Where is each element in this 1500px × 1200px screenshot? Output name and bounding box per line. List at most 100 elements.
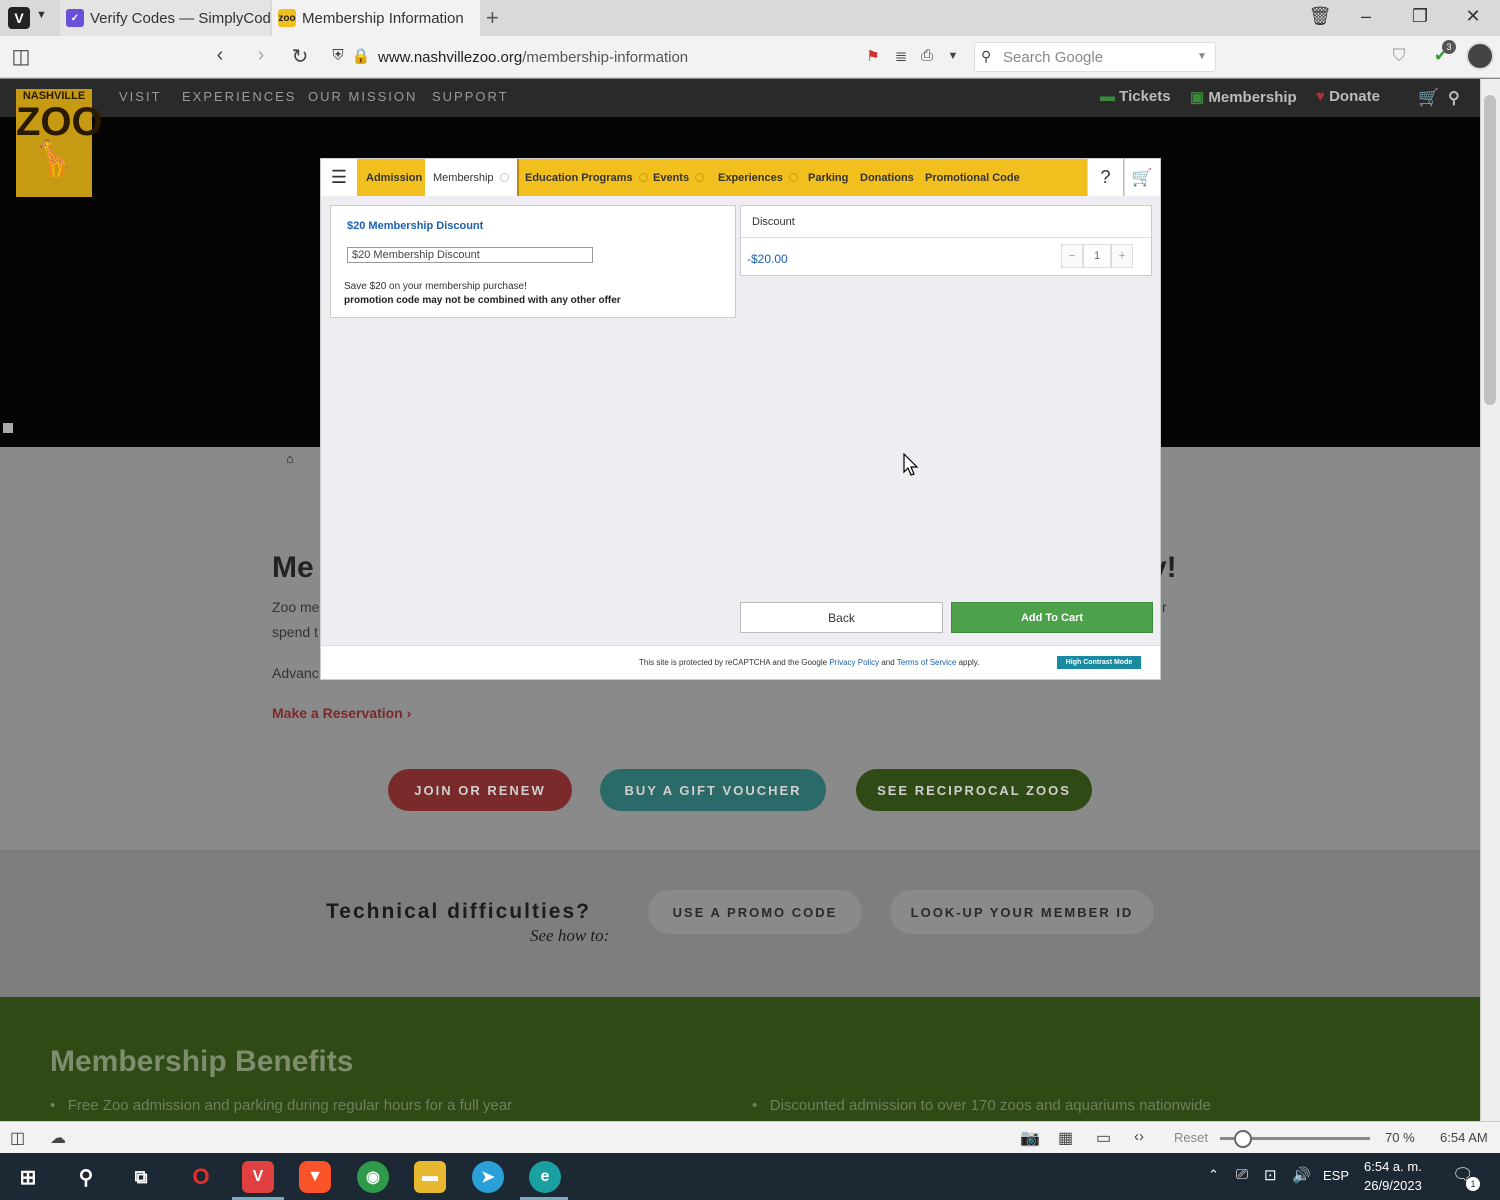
browser-tab-bar: V ▼ ✓ Verify Codes — SimplyCodes zoo Mem… <box>0 0 1500 36</box>
brave-icon[interactable]: ▼ <box>299 1161 331 1193</box>
windows-start-icon[interactable]: ⊞ <box>12 1161 44 1193</box>
zoom-reset[interactable]: Reset <box>1174 1130 1208 1145</box>
tab-donations[interactable]: Donations <box>860 159 914 196</box>
tab-membership-information[interactable]: zoo Membership Information <box>272 0 480 36</box>
zoom-slider-handle[interactable] <box>1233 1130 1252 1148</box>
benefits-heading: Membership Benefits <box>50 1045 354 1078</box>
browser-status-bar: ◫ ☁ 📷 ▦ ▭ ‹› Reset 70 % 6:54 AM <box>0 1121 1500 1153</box>
hamburger-menu-icon[interactable]: ☰ <box>321 159 357 196</box>
tab-verify-codes[interactable]: ✓ Verify Codes — SimplyCodes <box>60 0 270 36</box>
close-button[interactable]: ✕ <box>1461 6 1485 27</box>
profile-avatar[interactable] <box>1466 42 1494 70</box>
meet-now-icon[interactable]: ⎚ <box>1236 1166 1248 1183</box>
task-view-icon[interactable]: ⧉ <box>125 1161 157 1193</box>
donate-link[interactable]: ♥ Donate <box>1316 88 1380 105</box>
zoom-level: 70 % <box>1385 1130 1415 1145</box>
status-clock: 6:54 AM <box>1440 1130 1488 1145</box>
join-or-renew-button[interactable]: JOIN OR RENEW <box>388 769 572 811</box>
page-heading-left: Me <box>272 551 314 584</box>
panel-toggle-icon[interactable]: ◫ <box>8 44 34 69</box>
edge-icon[interactable]: e <box>529 1161 561 1193</box>
tab-education-programs[interactable]: Education Programs <box>525 159 648 196</box>
vivaldi-menu-icon[interactable]: V <box>8 7 30 29</box>
cart-icon[interactable]: 🛒 <box>1418 88 1439 108</box>
new-tab-button[interactable]: + <box>486 5 499 31</box>
use-promo-code-button[interactable]: USE A PROMO CODE <box>648 890 862 934</box>
restore-button[interactable]: ❐ <box>1408 6 1432 27</box>
add-to-cart-button[interactable]: Add To Cart <box>951 602 1153 633</box>
reader-view-icon[interactable]: ≣ <box>888 47 914 65</box>
nav-our-mission[interactable]: OUR MISSION <box>308 89 417 104</box>
help-icon[interactable]: ? <box>1087 159 1123 196</box>
extension-icon[interactable]: ⚑ <box>860 47 886 65</box>
look-up-member-id-button[interactable]: LOOK-UP YOUR MEMBER ID <box>890 890 1154 934</box>
zoo-logo[interactable]: NASHVILLE ZOO 🦒 <box>16 89 103 197</box>
buy-gift-voucher-button[interactable]: BUY A GIFT VOUCHER <box>600 769 826 811</box>
terms-of-service-link[interactable]: Terms of Service <box>897 658 957 667</box>
membership-link[interactable]: ▣ Membership <box>1190 88 1297 106</box>
tab-label: Experiences <box>718 171 783 184</box>
decrement-button[interactable]: − <box>1061 244 1083 268</box>
make-reservation-link[interactable]: Make a Reservation › <box>272 705 411 721</box>
tab-events[interactable]: Events <box>653 159 705 196</box>
chrome-icon[interactable]: ◉ <box>357 1161 389 1193</box>
high-contrast-mode-button[interactable]: High Contrast Mode <box>1057 656 1141 669</box>
image-toggle-icon[interactable]: ▦ <box>1058 1128 1073 1148</box>
apply-text: apply. <box>958 658 980 667</box>
increment-button[interactable]: + <box>1111 244 1133 268</box>
nav-support[interactable]: SUPPORT <box>432 89 509 104</box>
donate-label: Donate <box>1329 88 1380 105</box>
trash-icon[interactable]: 🗑 <box>1308 6 1332 27</box>
opera-icon[interactable]: O <box>185 1161 217 1193</box>
item-description: Save $20 on your membership purchase! <box>344 281 527 292</box>
volume-icon[interactable]: 🔊 <box>1292 1166 1311 1184</box>
file-explorer-icon[interactable]: ▬ <box>414 1161 446 1193</box>
tab-parking[interactable]: Parking <box>808 159 848 196</box>
search-icon[interactable]: ⚲ <box>70 1161 102 1193</box>
chevron-up-icon[interactable]: ⌃ <box>1208 1167 1219 1183</box>
taskbar-clock[interactable]: 6:54 a. m. 26/9/2023 <box>1364 1157 1422 1195</box>
item-image-placeholder: $20 Membership Discount <box>347 247 593 263</box>
page-tiling-icon[interactable]: ▭ <box>1096 1128 1111 1148</box>
back-icon[interactable]: ‹ <box>207 44 233 67</box>
language-indicator[interactable]: ESP <box>1323 1168 1349 1183</box>
see-reciprocal-zoos-button[interactable]: SEE RECIPROCAL ZOOS <box>856 769 1092 811</box>
back-button[interactable]: Back <box>740 602 943 633</box>
chevron-down-icon[interactable]: ▼ <box>940 50 966 62</box>
tab-admission[interactable]: Admission <box>366 159 422 196</box>
nav-experiences[interactable]: EXPERIENCES <box>182 89 296 104</box>
tab-membership[interactable]: Membership <box>425 159 519 196</box>
tab-promotional-code[interactable]: Promotional Code <box>925 159 1020 196</box>
forward-icon[interactable]: › <box>248 44 274 67</box>
home-icon[interactable]: ⌂ <box>286 451 294 466</box>
tab-experiences[interactable]: Experiences <box>718 159 798 196</box>
chevron-down-icon[interactable]: ▼ <box>1197 51 1207 62</box>
site-nav: VISIT EXPERIENCES OUR MISSION SUPPORT ▬ … <box>0 79 1480 117</box>
extension-badge: 3 <box>1442 40 1456 54</box>
reload-icon[interactable]: ↻ <box>287 44 313 69</box>
shield-icon[interactable]: ⛉ <box>1386 46 1412 66</box>
benefit-item: • Discounted admission to over 170 zoos … <box>752 1097 1211 1114</box>
cart-icon[interactable]: 🛒 <box>1124 159 1160 196</box>
chevron-down-icon[interactable]: ▼ <box>36 9 47 21</box>
cloud-sync-icon[interactable]: ☁ <box>50 1128 66 1148</box>
nav-visit[interactable]: VISIT <box>119 89 162 104</box>
privacy-policy-link[interactable]: Privacy Policy <box>829 658 879 667</box>
telegram-icon[interactable]: ➤ <box>472 1161 504 1193</box>
item-title[interactable]: $20 Membership Discount <box>347 220 483 232</box>
page-actions-icon[interactable]: ‹› <box>1134 1128 1144 1145</box>
panel-toggle-icon[interactable]: ◫ <box>10 1128 25 1148</box>
ticket-icon: ▬ <box>1100 88 1115 105</box>
network-icon[interactable]: ⊡ <box>1264 1166 1277 1184</box>
tickets-link[interactable]: ▬ Tickets <box>1100 88 1171 105</box>
minimize-button[interactable]: – <box>1354 6 1378 27</box>
bookmark-icon[interactable]: ⎙ <box>914 47 940 64</box>
intro-text-2: spend t <box>272 624 318 640</box>
quantity-input[interactable]: 1 <box>1083 244 1111 268</box>
scrollbar-thumb[interactable] <box>1484 95 1496 405</box>
tab-label: Education Programs <box>525 171 633 184</box>
search-input[interactable]: ⚲ Search Google ▼ <box>974 42 1216 72</box>
vivaldi-icon[interactable]: V <box>242 1161 274 1193</box>
camera-icon[interactable]: 📷 <box>1020 1128 1040 1148</box>
search-icon[interactable]: ⚲ <box>1448 88 1460 108</box>
